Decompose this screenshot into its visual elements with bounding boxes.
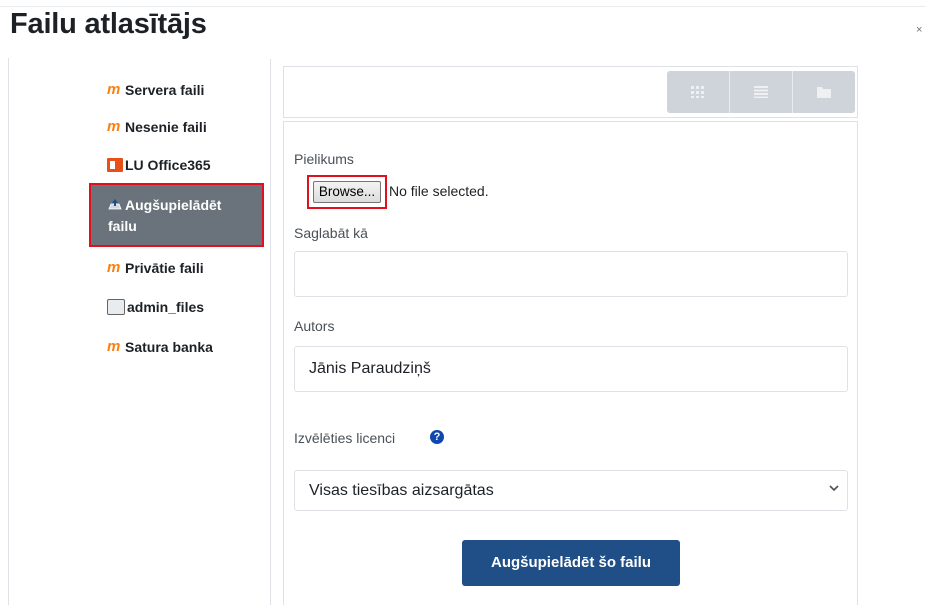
chevron-down-icon	[829, 485, 839, 492]
browse-highlight: Browse...	[307, 175, 387, 209]
sidebar-item-label: Nesenie faili	[125, 119, 207, 135]
icons-view-button[interactable]	[667, 71, 730, 113]
sidebar-item-privatie-faili[interactable]: m Privātie faili	[107, 260, 204, 276]
moodle-icon: m	[107, 259, 121, 276]
sidebar-item-nesenie-faili[interactable]: m Nesenie faili	[107, 119, 207, 135]
sidebar-item-label: LU Office365	[125, 157, 211, 173]
list-icon	[754, 86, 768, 98]
moodle-icon: m	[107, 81, 121, 98]
sidebar-item-satura-banka[interactable]: m Satura banka	[107, 339, 213, 355]
view-switcher	[667, 71, 855, 113]
sidebar-divider	[270, 59, 271, 605]
sidebar-item-label-line2: failu	[108, 218, 137, 234]
upload-file-button[interactable]: Augšupielādēt šo failu	[462, 540, 680, 586]
moodle-icon: m	[107, 118, 121, 135]
upload-icon	[108, 196, 122, 216]
save-as-label: Saglabāt kā	[294, 225, 368, 241]
close-icon[interactable]: ×	[916, 24, 922, 36]
list-view-button[interactable]	[730, 71, 793, 113]
save-as-input[interactable]	[294, 251, 848, 297]
sidebar-item-label: Augšupielādēt	[125, 197, 222, 213]
office365-icon	[107, 158, 123, 172]
author-input[interactable]: Jānis Paraudziņš	[294, 346, 848, 392]
author-label: Autors	[294, 318, 335, 334]
attachment-label: Pielikums	[294, 151, 354, 167]
file-status: No file selected.	[389, 183, 489, 199]
sidebar-item-lu-office365[interactable]: LU Office365	[107, 157, 211, 173]
tree-view-button[interactable]	[793, 71, 855, 113]
license-selected-value: Visas tiesības aizsargātas	[309, 482, 494, 499]
folder-icon	[817, 87, 831, 98]
sidebar-item-label: Privātie faili	[125, 260, 204, 276]
sidebar-item-label: Servera faili	[125, 82, 205, 98]
sidebar-item-label: admin_files	[127, 299, 205, 315]
help-icon[interactable]: ?	[430, 430, 444, 444]
browse-button[interactable]: Browse...	[313, 181, 381, 203]
top-border	[0, 6, 926, 7]
license-select[interactable]: Visas tiesības aizsargātas	[294, 470, 848, 511]
grid-icon	[691, 86, 704, 98]
left-border	[8, 58, 9, 605]
license-label: Izvēlēties licenci	[294, 430, 396, 446]
dialog-title: Failu atlasītājs	[10, 8, 207, 40]
sidebar-item-admin-files[interactable]: admin_files	[107, 299, 204, 315]
moodle-icon: m	[107, 338, 121, 355]
sidebar-item-label: Satura banka	[125, 339, 213, 355]
sidebar-item-servera-faili[interactable]: m Servera faili	[107, 82, 204, 98]
drive-icon	[107, 299, 125, 315]
sidebar-item-augsupieladet-failu[interactable]: Augšupielādēt failu	[89, 183, 264, 247]
